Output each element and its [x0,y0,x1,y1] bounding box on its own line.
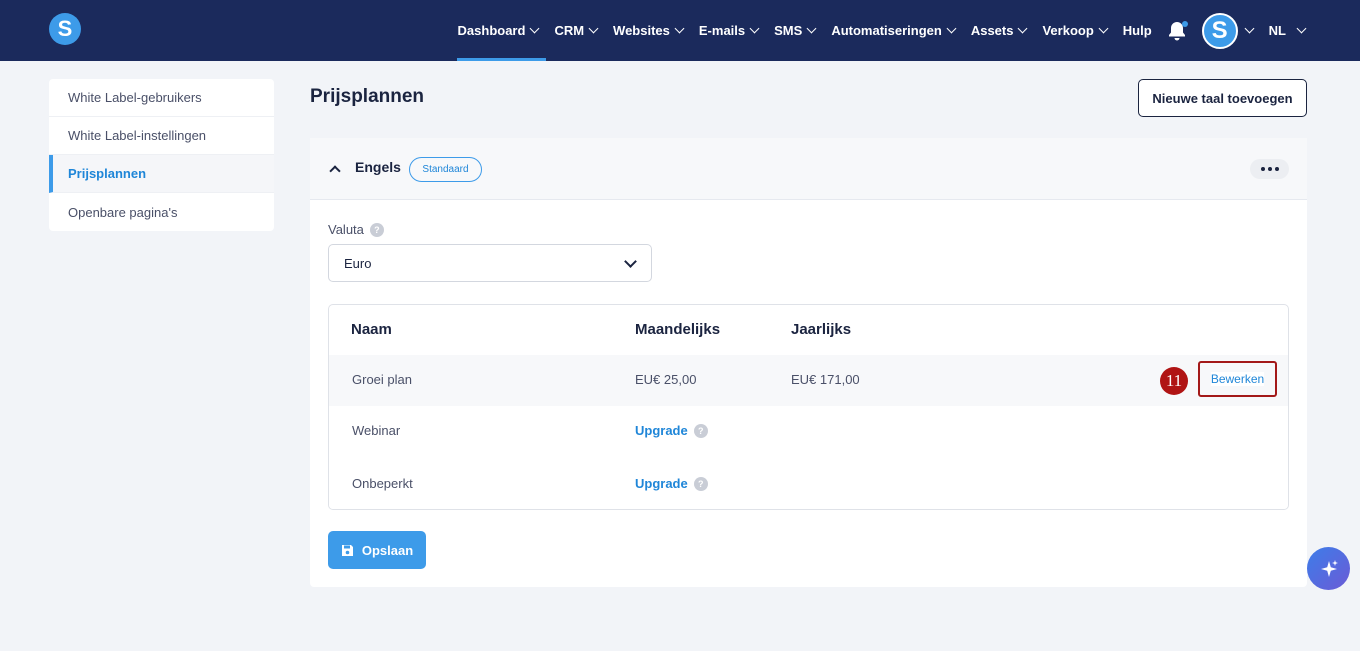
help-icon[interactable]: ? [693,476,708,491]
sparkle-icon [1320,559,1338,577]
nav-label: Dashboard [457,23,526,38]
avatar[interactable]: S [1201,12,1238,49]
dot-icon [1274,167,1279,171]
bell-icon[interactable] [1168,20,1188,41]
currency-select[interactable]: Euro [328,244,652,282]
sidebar-item-white-label-users[interactable]: White Label-gebruikers [49,79,274,117]
help-icon[interactable]: ? [693,423,708,438]
chevron-down-icon [946,23,957,34]
plan-name: Webinar [352,423,401,438]
nav-label: Verkoop [1042,23,1094,38]
language-label: NL [1268,23,1286,38]
table-row: Onbeperkt Upgrade? [329,457,1288,509]
edit-highlight: Bewerken [1198,361,1277,397]
currency-value: Euro [344,255,372,271]
add-language-button[interactable]: Nieuwe taal toevoegen [1138,79,1307,117]
chevron-down-icon [529,23,540,34]
chevron-up-icon[interactable] [329,165,341,177]
nav-emails[interactable]: E-mails [698,0,760,61]
chevron-down-icon [749,23,760,34]
chevron-down-icon [806,23,817,34]
dot-icon [1267,167,1272,171]
main-nav: Dashboard CRM Websites E-mails SMS Autom… [456,0,1360,61]
ai-assistant-button[interactable] [1307,547,1350,590]
chevron-down-icon [588,23,599,34]
table-header: Naam Maandelijks Jaarlijks [329,305,1288,355]
dot-icon [1260,167,1265,171]
step-marker: 11 [1160,367,1188,395]
yearly-price: EU€ 171,00 [791,372,860,387]
logo[interactable]: S [49,13,81,45]
nav-verkoop[interactable]: Verkoop [1042,0,1109,61]
column-header-yearly: Jaarlijks [791,321,852,338]
sidebar: White Label-gebruikers White Label-inste… [49,79,274,231]
nav-label: Websites [613,23,670,38]
nav-label: Hulp [1122,23,1152,38]
nav-hulp[interactable]: Hulp [1123,0,1152,61]
nav-automatiseringen[interactable]: Automatiseringen [831,0,957,61]
save-label: Opslaan [361,542,414,558]
nav-label: E-mails [698,23,746,38]
nav-dashboard[interactable]: Dashboard [456,0,547,61]
default-badge: Standaard [409,157,482,182]
language-card: Engels Standaard Valuta ? Euro Naam Maan… [310,138,1307,587]
chevron-down-icon [1296,23,1307,34]
currency-label-text: Valuta [328,222,364,237]
nav-label: CRM [554,23,585,38]
sidebar-item-white-label-settings[interactable]: White Label-instellingen [49,117,274,155]
nav-websites[interactable]: Websites [613,0,685,61]
edit-button[interactable]: Bewerken [1210,372,1265,386]
nav-label: SMS [774,23,803,38]
plan-name: Groei plan [352,372,412,387]
table-row: Webinar Upgrade? [329,406,1288,457]
upgrade-link[interactable]: Upgrade? [635,423,708,438]
language-card-header[interactable]: Engels Standaard [310,138,1307,200]
nav-label: Assets [970,23,1014,38]
nav-label: Automatiseringen [831,23,942,38]
chevron-down-icon [1098,23,1109,34]
notification-dot [1181,20,1188,27]
upgrade-label: Upgrade [635,476,688,491]
floppy-disk-icon [341,544,353,556]
chevron-down-icon[interactable] [1244,23,1255,34]
page-title: Prijsplannen [310,86,425,107]
top-navbar: S Dashboard CRM Websites E-mails SMS Aut… [0,0,1360,61]
monthly-price: EU€ 25,00 [635,372,697,387]
chevron-down-icon [674,23,685,34]
pricing-table: Naam Maandelijks Jaarlijks Groei plan EU… [328,304,1289,510]
plan-name: Onbeperkt [352,476,413,491]
sidebar-item-public-pages[interactable]: Openbare pagina's [49,193,274,231]
sidebar-item-pricing-plans[interactable]: Prijsplannen [49,155,274,193]
table-row: Groei plan EU€ 25,00 EU€ 171,00 11 Bewer… [329,355,1288,406]
nav-crm[interactable]: CRM [554,0,599,61]
nav-sms[interactable]: SMS [774,0,817,61]
language-selector[interactable]: NL [1268,23,1307,38]
upgrade-link[interactable]: Upgrade? [635,476,708,491]
upgrade-label: Upgrade [635,423,688,438]
help-icon[interactable]: ? [369,222,384,237]
chevron-down-icon [1018,23,1028,34]
language-name: Engels [355,159,401,175]
column-header-monthly: Maandelijks [635,321,721,338]
more-options-button[interactable] [1250,159,1289,179]
column-header-name: Naam [351,321,392,338]
nav-assets[interactable]: Assets [970,0,1028,61]
save-button[interactable]: Opslaan [328,531,426,569]
chevron-down-icon [624,255,637,268]
currency-label: Valuta ? [328,222,384,237]
